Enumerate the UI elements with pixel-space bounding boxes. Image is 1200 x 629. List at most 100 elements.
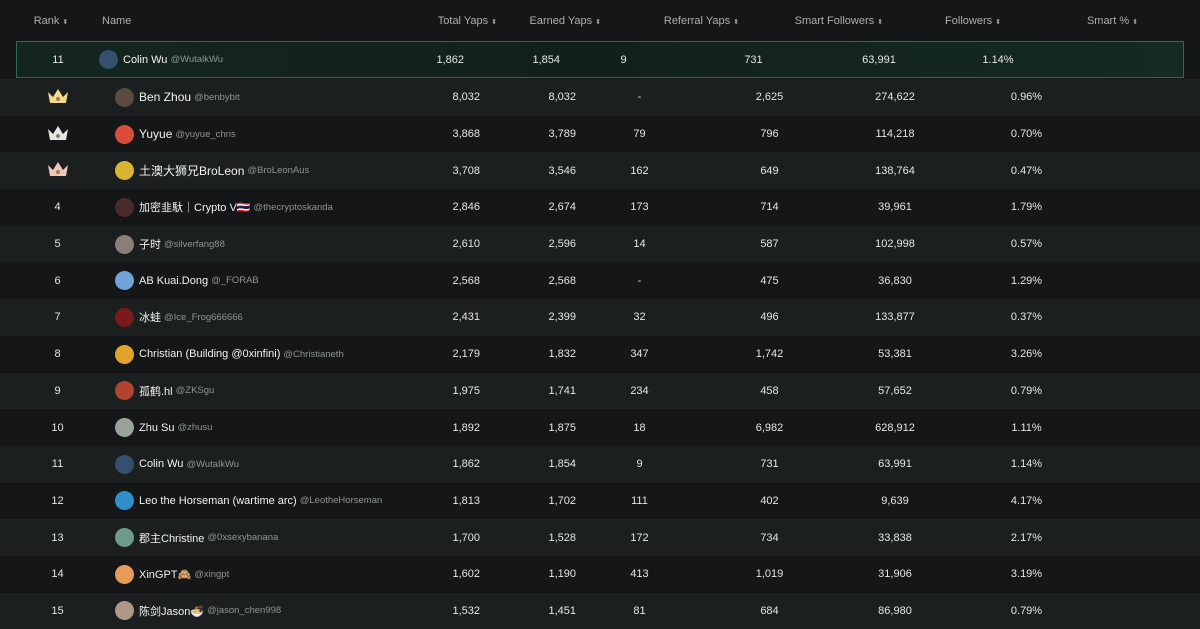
display-name[interactable]: AB Kuai.Dong — [139, 275, 208, 287]
table-row[interactable]: 11 Colin Wu @WutalkWu 1,862 1,854 9 731 63,991 1… — [0, 445, 1200, 483]
table-row[interactable]: 10 Zhu Su @zhusu 1,892 1,875 18 6,982 628,912 1.… — [0, 409, 1200, 446]
name-cell: Ben Zhou @benbybit — [115, 87, 430, 107]
user-handle: @ZKSgu — [175, 385, 215, 397]
column-header-rank[interactable]: Rank ⬍ — [0, 15, 102, 27]
earned-yaps-cell: 1,832 — [548, 348, 576, 361]
followers-cell: 63,991 — [878, 458, 912, 471]
column-header-referral-yaps[interactable]: Referral Yaps ⬍ — [601, 15, 739, 27]
total-yaps-cell: 2,431 — [452, 311, 480, 324]
smart-pct-cell: 4.17% — [1010, 494, 1043, 507]
earned-yaps-cell: 1,528 — [548, 531, 576, 544]
user-handle: @thecryptoskanda — [253, 201, 333, 213]
table-row[interactable]: 14 XinGPT🙈 @xingpt 1,602 1,190 413 1,019 31,906… — [0, 555, 1200, 593]
column-header-smart-pct[interactable]: Smart % ⬍ — [1001, 15, 1138, 27]
avatar — [115, 124, 134, 144]
table-row[interactable]: 12 Leo the Horseman (wartime arc) @LeotheH… — [0, 482, 1200, 520]
display-name[interactable]: 土澳大狮兄BroLeon — [139, 162, 244, 179]
table-header: Rank ⬍ Name Total Yaps ⬍ Earned Yaps ⬍ Refe… — [0, 0, 1200, 41]
followers-cell: 63,991 — [862, 53, 896, 66]
display-name[interactable]: Ben Zhou — [139, 90, 191, 104]
smart-followers-cell: 475 — [760, 274, 779, 287]
smart-pct-cell: 0.57% — [1010, 238, 1043, 251]
user-handle: @jason_chen998 — [207, 605, 282, 617]
table-row[interactable]: 9 孤鹤.hl @ZKSgu 1,975 1,741 234 458 57,652 0.79% — [0, 372, 1200, 410]
earned-yaps-cell: 1,741 — [548, 384, 576, 397]
display-name[interactable]: 郡主Christine — [139, 530, 204, 546]
display-name[interactable]: Leo the Horseman (wartime arc) — [139, 495, 297, 507]
rank-cell: 12 — [51, 494, 64, 507]
avatar — [115, 87, 134, 107]
followers-cell: 39,961 — [878, 201, 912, 214]
column-header-earned-yaps[interactable]: Earned Yaps ⬍ — [497, 15, 601, 27]
table-row[interactable]: 土澳大狮兄BroLeon @BroLeonAus 3,708 3,546 162 649 1… — [0, 152, 1200, 190]
smart-pct-cell: 0.96% — [1010, 91, 1043, 104]
table-row[interactable]: 8 Christian (Building @0xinfini) @Christia… — [0, 335, 1200, 373]
earned-yaps-cell: 1,854 — [548, 458, 576, 471]
followers-cell: 138,764 — [875, 164, 915, 177]
name-cell: Yuyue @yuyue_chris — [115, 124, 430, 144]
rank-cell: 14 — [51, 568, 64, 581]
smart-pct-cell: 0.79% — [1010, 384, 1043, 397]
display-name[interactable]: XinGPT🙈 — [139, 568, 191, 581]
followers-cell: 86,980 — [878, 604, 912, 617]
earned-yaps-cell: 1,451 — [548, 604, 576, 617]
user-handle: @WutalkWu — [186, 458, 240, 470]
column-header-smart-followers[interactable]: Smart Followers ⬍ — [739, 15, 883, 27]
avatar — [99, 50, 118, 69]
column-header-followers[interactable]: Followers ⬍ — [883, 15, 1001, 27]
smart-pct-cell: 1.11% — [1011, 421, 1042, 434]
display-name[interactable]: 加密韭馱｜Crypto V🇹🇭 — [139, 199, 251, 215]
smart-pct-cell: 1.14% — [982, 53, 1014, 66]
smart-followers-cell: 731 — [744, 53, 763, 66]
display-name[interactable]: 冰蛙 — [139, 309, 161, 325]
name-cell: 冰蛙 @Ice_Frog666666 — [115, 307, 430, 327]
total-yaps-cell: 1,813 — [452, 494, 480, 507]
avatar — [115, 418, 134, 438]
total-yaps-cell: 1,700 — [452, 531, 480, 544]
total-yaps-cell: 2,568 — [452, 274, 480, 287]
table-row[interactable]: Yuyue @yuyue_chris 3,868 3,789 79 796 114,218 0… — [0, 115, 1200, 153]
display-name[interactable]: Colin Wu — [139, 458, 183, 470]
display-name[interactable]: 子时 — [139, 236, 161, 252]
total-yaps-cell: 2,610 — [452, 238, 480, 251]
avatar — [115, 234, 134, 254]
crown-icon — [47, 161, 69, 177]
rank-cell — [0, 88, 115, 107]
user-handle: @zhusu — [177, 422, 213, 434]
smart-followers-cell: 684 — [760, 604, 779, 617]
followers-cell: 102,998 — [875, 238, 915, 251]
referral-yaps-cell: 234 — [630, 384, 649, 397]
smart-pct-cell: 3.26% — [1010, 348, 1043, 361]
table-row[interactable]: 13 郡主Christine @0xsexybanana 1,700 1,528 172 7… — [0, 519, 1200, 556]
smart-followers-cell: 731 — [760, 458, 779, 471]
total-yaps-cell: 1,862 — [436, 53, 464, 66]
user-handle: @yuyue_chris — [175, 128, 236, 140]
referral-yaps-cell: 32 — [633, 311, 646, 324]
display-name[interactable]: Zhu Su — [139, 422, 174, 434]
avatar — [115, 381, 134, 401]
rank-cell: 11 — [52, 53, 64, 66]
smart-followers-cell: 1,742 — [755, 348, 784, 361]
avatar — [115, 601, 134, 621]
display-name[interactable]: Yuyue — [139, 127, 172, 141]
rank-cell: 10 — [51, 421, 64, 434]
table-row[interactable]: 6 AB Kuai.Dong @_FORAB 2,568 2,568 - 475 36,830… — [0, 262, 1200, 300]
rank-cell: 7 — [54, 311, 61, 324]
followers-cell: 33,838 — [878, 531, 912, 544]
display-name[interactable]: Colin Wu — [123, 54, 167, 66]
display-name[interactable]: Christian (Building @0xinfini) — [139, 348, 280, 360]
total-yaps-cell: 1,532 — [452, 604, 480, 617]
total-yaps-cell: 1,862 — [452, 458, 480, 471]
smart-followers-cell: 6,982 — [755, 421, 784, 434]
table-row[interactable]: Ben Zhou @benbybit 8,032 8,032 - 2,625 274,622… — [0, 79, 1200, 116]
column-header-total-yaps[interactable]: Total Yaps ⬍ — [430, 15, 497, 27]
pinned-user-row[interactable]: 11 Colin Wu @WutalkWu 1,862 1,854 9 731 … — [16, 41, 1184, 78]
user-handle: @LeotheHorseman — [299, 495, 383, 507]
display-name[interactable]: 孤鹤.hl — [139, 383, 173, 399]
table-row[interactable]: 7 冰蛙 @Ice_Frog666666 2,431 2,399 32 496 133,877… — [0, 299, 1200, 336]
avatar — [115, 528, 134, 548]
earned-yaps-cell: 8,032 — [548, 91, 576, 104]
display-name[interactable]: 陈剑Jason🍜 — [139, 603, 204, 619]
table-row[interactable]: 5 子时 @silverfang88 2,610 2,596 14 587 102,998 0.… — [0, 225, 1200, 263]
table-row[interactable]: 4 加密韭馱｜Crypto V🇹🇭 @thecryptoskanda 2,846 2,6… — [0, 189, 1200, 226]
